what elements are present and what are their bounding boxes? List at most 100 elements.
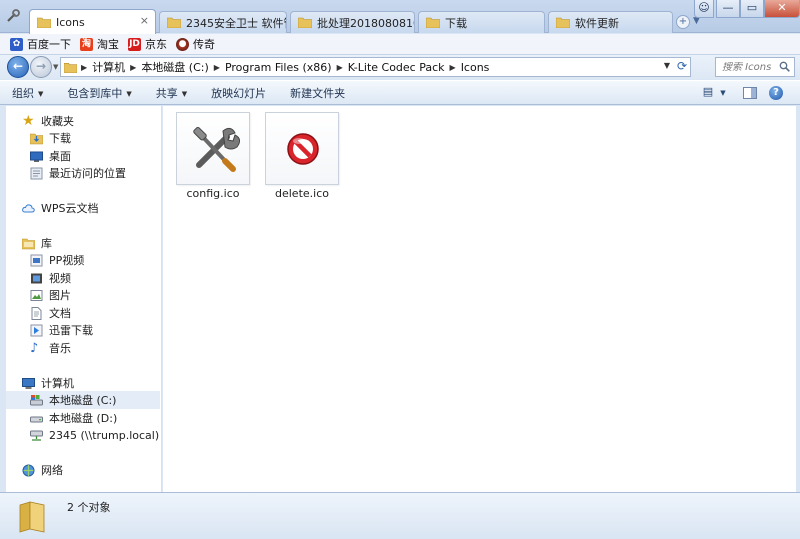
breadcrumb-computer[interactable]: 计算机 bbox=[92, 59, 125, 75]
nav-network-label: 网络 bbox=[41, 464, 63, 477]
folder-icon bbox=[556, 17, 570, 28]
help-icon[interactable]: ? bbox=[769, 86, 783, 100]
close-window-button[interactable]: ✕ bbox=[764, 0, 800, 18]
tab-label: 软件更新 bbox=[575, 16, 619, 30]
slideshow-label: 放映幻灯片 bbox=[211, 86, 267, 100]
file-name[interactable]: config.ico bbox=[176, 187, 250, 201]
nav-item-drive-c[interactable]: 本地磁盘 (C:) bbox=[6, 391, 160, 409]
nav-computer-label: 计算机 bbox=[41, 377, 74, 390]
favorite-label: 京东 bbox=[145, 38, 167, 51]
nav-item-drive-d[interactable]: 本地磁盘 (D:) bbox=[6, 409, 117, 427]
user-icon[interactable]: ☺ bbox=[694, 0, 714, 18]
cloud-icon bbox=[22, 203, 35, 212]
details-pane: 2 个对象 bbox=[0, 492, 800, 539]
jd-icon: JD bbox=[128, 37, 141, 51]
chevron-right-icon[interactable]: ▶ bbox=[337, 63, 343, 72]
nav-item-pictures[interactable]: 图片 bbox=[6, 286, 71, 304]
favorite-baidu[interactable]: ✿ 百度一下 bbox=[10, 36, 71, 52]
recent-places-icon bbox=[30, 167, 43, 179]
new-folder-label: 新建文件夹 bbox=[290, 86, 346, 100]
nav-item-xunlei-downloads[interactable]: 迅雷下载 bbox=[6, 321, 93, 339]
file-thumbnail[interactable] bbox=[176, 112, 250, 185]
include-in-library-button[interactable]: 包含到库中 ▼ bbox=[67, 85, 131, 101]
breadcrumb-klite[interactable]: K-Lite Codec Pack bbox=[348, 61, 445, 74]
favorite-chuanqi[interactable]: ● 传奇 bbox=[176, 36, 215, 52]
file-item-delete[interactable]: delete.ico bbox=[265, 112, 339, 201]
music-icon: ♪ bbox=[30, 340, 39, 356]
chevron-right-icon[interactable]: ▶ bbox=[81, 63, 87, 72]
nav-item-pp-video[interactable]: PP视频 bbox=[6, 251, 84, 269]
slideshow-button[interactable]: 放映幻灯片 bbox=[211, 85, 266, 101]
file-thumbnail[interactable] bbox=[265, 112, 339, 185]
favorites-bar: ✿ 百度一下 淘 淘宝 JD 京东 ● 传奇 bbox=[0, 34, 800, 55]
nav-item-network-drive-y[interactable]: 2345 (\\trump.local) (Y:) bbox=[6, 426, 180, 444]
nav-item-label: 桌面 bbox=[49, 150, 71, 163]
favorite-jd[interactable]: JD 京东 bbox=[128, 36, 167, 52]
file-item-config[interactable]: config.ico bbox=[176, 112, 250, 201]
nav-item-recent-places[interactable]: 最近访问的位置 bbox=[6, 164, 126, 182]
share-button[interactable]: 共享 ▼ bbox=[156, 85, 187, 101]
tab-download[interactable]: 下载 bbox=[418, 11, 545, 33]
file-name[interactable]: delete.ico bbox=[265, 187, 339, 201]
search-input[interactable] bbox=[722, 61, 774, 73]
file-list[interactable]: config.ico delete.ico bbox=[163, 106, 800, 492]
folder-icon bbox=[19, 501, 45, 533]
search-icon[interactable] bbox=[779, 61, 790, 72]
nav-item-desktop[interactable]: 桌面 bbox=[6, 147, 71, 165]
favorite-label: 传奇 bbox=[193, 38, 215, 51]
chevron-right-icon[interactable]: ▶ bbox=[450, 63, 456, 72]
nav-libraries-label: 库 bbox=[41, 237, 52, 250]
nav-network[interactable]: 网络 bbox=[6, 461, 63, 479]
nav-item-label: 文档 bbox=[49, 307, 71, 320]
chevron-right-icon[interactable]: ▶ bbox=[214, 63, 220, 72]
nav-computer[interactable]: 计算机 bbox=[6, 374, 74, 392]
nav-wps-cloud[interactable]: WPS云文档 bbox=[6, 199, 99, 217]
nav-item-videos[interactable]: 视频 bbox=[6, 269, 71, 287]
back-button[interactable]: ← bbox=[7, 56, 29, 78]
tab-2345[interactable]: 2345安全卫士 软件管 bbox=[159, 11, 287, 33]
chevron-right-icon[interactable]: ▶ bbox=[130, 63, 136, 72]
xunlei-icon bbox=[30, 324, 43, 336]
navigation-pane[interactable]: ★ 收藏夹 下载 桌面 最近访问的位置 WPS云文档 库 PP视频 视频 图片 … bbox=[6, 106, 180, 492]
forward-button[interactable]: → bbox=[30, 56, 52, 78]
organize-button[interactable]: 组织 ▼ bbox=[12, 85, 43, 101]
nav-item-label: 迅雷下载 bbox=[49, 324, 93, 337]
nav-item-documents[interactable]: 文档 bbox=[6, 304, 71, 322]
maximize-button[interactable]: ▭ bbox=[740, 0, 764, 18]
computer-icon bbox=[22, 377, 35, 389]
tab-icons[interactable]: Icons × bbox=[29, 9, 156, 34]
tab-batch[interactable]: 批处理20180808101 bbox=[290, 11, 415, 33]
breadcrumb-icons[interactable]: Icons bbox=[461, 61, 490, 74]
breadcrumb-program-files[interactable]: Program Files (x86) bbox=[225, 61, 332, 74]
address-history-chevron-icon[interactable]: ▼ bbox=[664, 61, 670, 70]
tab-software-update[interactable]: 软件更新 bbox=[548, 11, 673, 33]
nav-item-label: 2345 (\\trump.local) (Y:) bbox=[49, 428, 181, 442]
nav-item-music[interactable]: ♪ 音乐 bbox=[6, 339, 71, 357]
new-folder-button[interactable]: 新建文件夹 bbox=[290, 85, 345, 101]
view-options-chevron-icon[interactable]: ▼ bbox=[719, 85, 727, 101]
preview-pane-icon[interactable] bbox=[743, 87, 757, 99]
tab-label: 2345安全卫士 软件管 bbox=[186, 16, 286, 30]
favorite-label: 淘宝 bbox=[97, 38, 119, 51]
address-bar[interactable]: ▶ 计算机 ▶ 本地磁盘 (C:) ▶ Program Files (x86) … bbox=[60, 57, 691, 77]
breadcrumb-drive-c[interactable]: 本地磁盘 (C:) bbox=[141, 59, 208, 75]
tools-icon bbox=[193, 126, 241, 172]
minimize-button[interactable]: — bbox=[716, 0, 740, 18]
folder-icon bbox=[426, 17, 440, 28]
nav-item-label: 本地磁盘 (D:) bbox=[49, 412, 118, 425]
nav-libraries[interactable]: 库 bbox=[6, 234, 52, 252]
nav-favorites[interactable]: ★ 收藏夹 bbox=[6, 112, 74, 130]
refresh-icon[interactable]: ⟳ bbox=[677, 59, 687, 73]
nav-item-downloads[interactable]: 下载 bbox=[6, 129, 71, 147]
recent-pages-chevron-icon[interactable]: ▼ bbox=[53, 63, 58, 71]
favorite-taobao[interactable]: 淘 淘宝 bbox=[80, 36, 119, 52]
nav-favorites-label: 收藏夹 bbox=[41, 115, 74, 128]
nav-item-label: PP视频 bbox=[49, 254, 85, 267]
new-tab-button[interactable]: + bbox=[676, 15, 690, 29]
tools-menu-icon[interactable] bbox=[5, 8, 21, 24]
drive-icon bbox=[30, 416, 43, 422]
chevron-down-icon: ▼ bbox=[181, 89, 188, 98]
change-view-icon[interactable]: ▤ bbox=[701, 85, 715, 101]
close-tab-icon[interactable]: × bbox=[140, 14, 149, 27]
search-box[interactable] bbox=[715, 57, 795, 77]
